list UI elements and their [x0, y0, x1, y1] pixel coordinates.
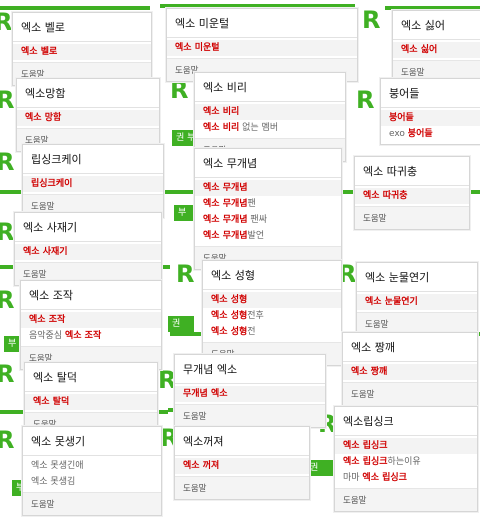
help-link[interactable]: 도움말 — [175, 404, 325, 427]
suggestion-item[interactable]: 무개념 엑소 — [175, 386, 325, 402]
logo-r-icon: R — [0, 426, 15, 454]
help-link[interactable]: 도움말 — [343, 382, 477, 405]
search-term-title: 엑소립싱크 — [335, 407, 477, 436]
logo-r-icon: R — [0, 8, 13, 36]
search-term-title: 엑소꺼져 — [175, 427, 309, 456]
suggestion-item[interactable]: 엑소 미운털 — [167, 40, 357, 56]
logo-r-icon: R — [0, 86, 15, 114]
autocomplete-card: 엑소 싫어 엑소 싫어 도움말 — [392, 10, 480, 84]
suggestion-item[interactable]: 엑소 짱깨 — [343, 364, 477, 380]
logo-r-icon: R — [0, 286, 15, 314]
autocomplete-card: 엑소망함 엑소 망함 도움말 — [16, 78, 160, 152]
autocomplete-card: 엑소립싱크 엑소 립싱크 엑소 립싱크하는이유 마마 엑소 립싱크 도움말 — [334, 406, 478, 512]
suggestion-item[interactable]: 엑소 무개념 — [195, 180, 341, 196]
suggestion-item[interactable]: 엑소 성형전 — [203, 324, 341, 340]
autocomplete-card: 엑소 무개념 엑소 무개념 엑소 무개념팬 엑소 무개념 팬싸 엑소 무개념발언… — [194, 148, 342, 270]
search-term-title: 엑소 비리 — [195, 73, 345, 102]
autocomplete-card: 엑소 따귀충 엑소 따귀충 도움말 — [354, 156, 470, 230]
search-term-title: 엑소 눈물연기 — [357, 263, 477, 292]
search-term-title: 엑소 벨로 — [13, 13, 151, 42]
suggestion-item[interactable]: 엑소 탈덕 — [25, 394, 157, 410]
suggestion-item[interactable]: 엑소 무개념팬 — [195, 196, 341, 212]
suggestion-item[interactable]: 엑소 눈물연기 — [357, 294, 477, 310]
suggestion-item[interactable]: 엑소 꺼져 — [175, 458, 309, 474]
suggestion-item[interactable]: 엑소 립싱크하는이유 — [335, 454, 477, 470]
logo-r-icon: R — [0, 218, 15, 246]
help-link[interactable]: 도움말 — [335, 488, 477, 511]
search-term-title: 엑소 미운털 — [167, 9, 357, 38]
search-term-title: 엑소 따귀충 — [355, 157, 469, 186]
logo-r-icon: R — [362, 6, 381, 34]
autocomplete-card: 엑소 사재기 엑소 사재기 도움말 — [14, 212, 162, 286]
green-strip: 권 — [168, 316, 194, 332]
suggestion-item[interactable]: 엑소 싫어 — [393, 42, 480, 58]
autocomplete-card: 엑소꺼져 엑소 꺼져 도움말 — [174, 426, 310, 500]
help-link[interactable]: 도움말 — [175, 476, 309, 499]
autocomplete-card: 립싱크케이 립싱크케이 도움말 — [22, 144, 164, 218]
green-strip: 권 부 — [172, 130, 196, 146]
autocomplete-card: 엑소 벨로 엑소 벨로 도움말 — [12, 12, 152, 86]
help-link[interactable]: 도움말 — [23, 492, 161, 515]
autocomplete-card: 붕어들 붕어들 exo 붕어들 — [380, 78, 480, 145]
search-term-title: 립싱크케이 — [23, 145, 163, 174]
autocomplete-card: 엑소 눈물연기 엑소 눈물연기 도움말 — [356, 262, 478, 336]
autocomplete-card: 엑소 성형 엑소 성형 엑소 성형전후 엑소 성형전 도움말 — [202, 260, 342, 366]
suggestion-item[interactable]: 엑소 비리 없는 멤버 — [195, 120, 345, 136]
search-term-title: 엑소 탈덕 — [25, 363, 157, 392]
logo-r-icon: R — [356, 86, 375, 114]
autocomplete-card: 엑소 탈덕 엑소 탈덕 도움말 — [24, 362, 158, 436]
autocomplete-card: 엑소 미운털 엑소 미운털 도움말 — [166, 8, 358, 82]
suggestion-item[interactable]: 음악중심 엑소 조작 — [21, 328, 161, 344]
search-term-title: 엑소망함 — [17, 79, 159, 108]
logo-r-icon: R — [0, 148, 15, 176]
green-strip: 권 — [306, 460, 334, 476]
autocomplete-card: 엑소 짱깨 엑소 짱깨 도움말 — [342, 332, 478, 406]
suggestion-item[interactable]: 엑소 조작 — [21, 312, 161, 328]
suggestion-item[interactable]: 엑소 성형전후 — [203, 308, 341, 324]
logo-r-icon: R — [0, 360, 15, 388]
search-term-title: 엑소 무개념 — [195, 149, 341, 178]
suggestion-item[interactable]: 엑소 립싱크 — [335, 438, 477, 454]
autocomplete-card: 무개념 엑소 무개념 엑소 도움말 — [174, 354, 326, 428]
suggestion-item[interactable]: 엑소 벨로 — [13, 44, 151, 60]
search-term-title: 엑소 싫어 — [393, 11, 480, 40]
logo-r-icon: R — [176, 260, 195, 288]
search-term-title: 엑소 성형 — [203, 261, 341, 290]
suggestion-item[interactable]: 엑소 따귀충 — [355, 188, 469, 204]
suggestion-item[interactable]: 엑소 망함 — [17, 110, 159, 126]
suggestion-item[interactable]: 엑소 못생긴애 — [23, 458, 161, 474]
suggestion-item[interactable]: 립싱크케이 — [23, 176, 163, 192]
autocomplete-card: 엑소 못생기 엑소 못생긴애 엑소 못생김 도움말 — [22, 426, 162, 516]
suggestion-item[interactable]: 엑소 성형 — [203, 292, 341, 308]
suggestion-item[interactable]: 마마 엑소 립싱크 — [335, 470, 477, 486]
search-term-title: 붕어들 — [381, 79, 480, 108]
suggestion-item[interactable]: exo 붕어들 — [381, 126, 480, 142]
search-term-title: 무개념 엑소 — [175, 355, 325, 384]
search-term-title: 엑소 짱깨 — [343, 333, 477, 362]
search-term-title: 엑소 조작 — [21, 281, 161, 310]
autocomplete-card: 엑소 조작 엑소 조작 음악중심 엑소 조작 도움말 — [20, 280, 162, 370]
suggestion-item[interactable]: 붕어들 — [381, 110, 480, 126]
suggestion-item[interactable]: 엑소 비리 — [195, 104, 345, 120]
suggestion-item[interactable]: 엑소 못생김 — [23, 474, 161, 490]
suggestion-item[interactable]: 엑소 무개념 팬싸 — [195, 212, 341, 228]
search-term-title: 엑소 사재기 — [15, 213, 161, 242]
search-term-title: 엑소 못생기 — [23, 427, 161, 456]
suggestion-item[interactable]: 엑소 사재기 — [15, 244, 161, 260]
help-link[interactable]: 도움말 — [355, 206, 469, 229]
suggestion-item[interactable]: 엑소 무개념발언 — [195, 228, 341, 244]
